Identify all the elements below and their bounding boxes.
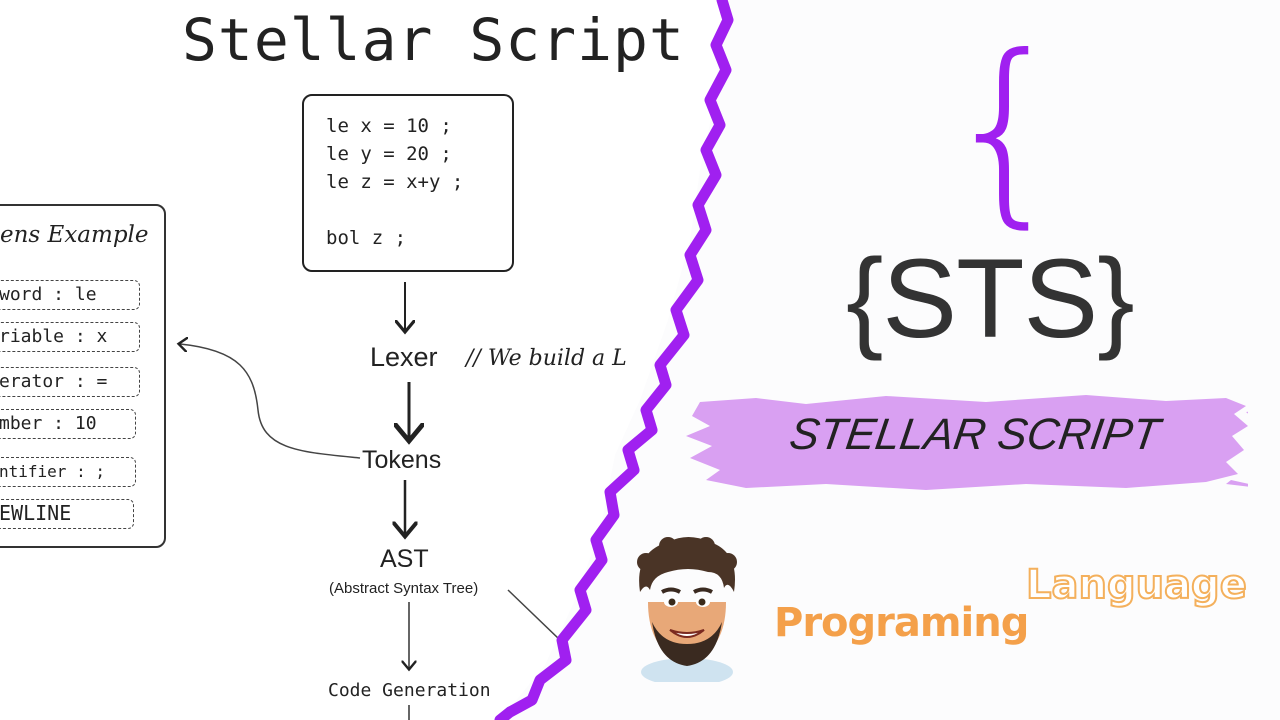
purple-brace-icon: {	[942, 13, 1070, 246]
banner-title: STELLAR SCRIPT	[786, 410, 1163, 459]
cartoon-avatar-icon	[637, 537, 737, 682]
lexer-label: Lexer	[370, 342, 438, 372]
code-line: bol z ;	[326, 227, 407, 249]
token-item: mber : 10	[0, 409, 136, 439]
token-item: ntifier : ;	[0, 457, 136, 487]
tokens-label: Tokens	[362, 446, 442, 474]
token-item: EWLINE	[0, 499, 134, 529]
code-line: le x = 10 ;	[326, 115, 452, 137]
arrow-ast-side	[507, 589, 561, 641]
ast-label: AST	[380, 545, 429, 573]
tagline-programing: Programing	[774, 600, 1029, 646]
token-item: riable : x	[0, 322, 140, 352]
page-title: Stellar Script	[182, 6, 685, 74]
code-line: le z = x+y ;	[326, 171, 464, 193]
token-item: word : le	[0, 280, 140, 310]
token-item: erator : =	[0, 367, 140, 397]
arrow-tokens-to-card	[180, 344, 361, 459]
tagline-language: Language	[1025, 561, 1248, 609]
lexer-comment: // We build a L	[466, 346, 627, 371]
code-line: le y = 20 ;	[326, 143, 452, 165]
code-sample-box: le x = 10 ; le y = 20 ; le z = x+y ; bol…	[302, 94, 514, 272]
thumbnail-canvas: Stellar Script le x = 10 ; le y = 20 ; l…	[0, 0, 1280, 720]
ast-sub-label: (Abstract Syntax Tree)	[329, 580, 479, 597]
sts-logo: {STS}	[846, 236, 1135, 361]
codegen-label: Code Generation	[328, 680, 491, 701]
tokens-example-title: ens Example	[0, 222, 149, 248]
